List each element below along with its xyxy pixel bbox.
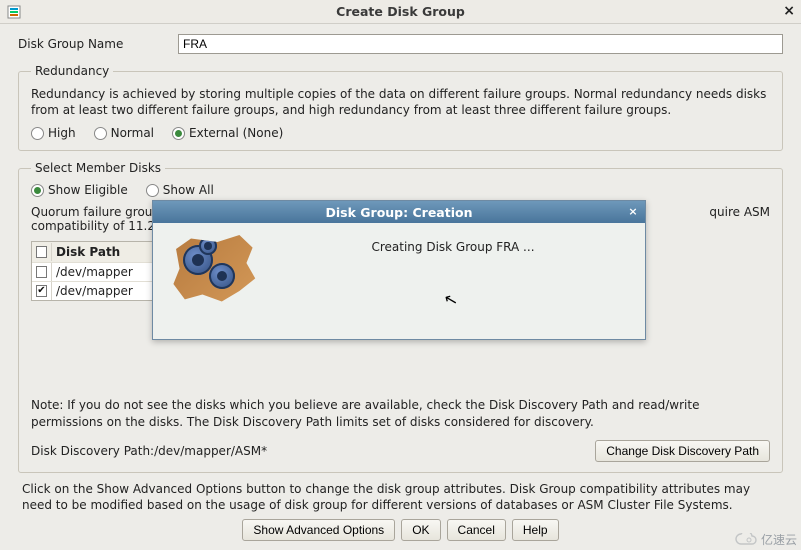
- help-button[interactable]: Help: [512, 519, 559, 541]
- ok-button[interactable]: OK: [401, 519, 440, 541]
- table-header: Disk Path: [32, 242, 160, 262]
- working-icon: [169, 235, 257, 305]
- close-icon[interactable]: ×: [783, 3, 795, 19]
- row-diskpath: /dev/mapper: [52, 263, 160, 281]
- member-filter: Show Eligible Show All: [31, 183, 770, 197]
- filter-all[interactable]: Show All: [146, 183, 214, 197]
- table-header-checkbox[interactable]: [32, 243, 52, 261]
- watermark: 亿速云: [735, 531, 797, 548]
- table-row[interactable]: /dev/mapper: [32, 281, 160, 300]
- radio-label: High: [48, 126, 76, 140]
- quorum-note-partial: Quorum failure group compatibility of 11…: [31, 205, 160, 233]
- disk-group-name-label: Disk Group Name: [18, 37, 178, 51]
- redundancy-options: High Normal External (None): [31, 126, 770, 140]
- row-checkbox[interactable]: [36, 285, 47, 297]
- require-asm-partial: quire ASM: [709, 205, 770, 233]
- cancel-button[interactable]: Cancel: [447, 519, 506, 541]
- member-disks-legend: Select Member Disks: [31, 161, 165, 175]
- radio-icon: [172, 127, 185, 140]
- radio-icon: [94, 127, 107, 140]
- table-header-diskpath[interactable]: Disk Path: [52, 243, 160, 261]
- disk-table: Disk Path /dev/mapper /dev/mapper: [31, 241, 161, 301]
- disk-group-name-row: Disk Group Name: [18, 34, 783, 54]
- radio-icon: [31, 127, 44, 140]
- row-diskpath: /dev/mapper: [52, 282, 160, 300]
- progress-dialog-title: Disk Group: Creation: [326, 205, 473, 220]
- progress-dialog-titlebar: Disk Group: Creation ×: [153, 201, 645, 223]
- filter-eligible[interactable]: Show Eligible: [31, 183, 128, 197]
- redundancy-high[interactable]: High: [31, 126, 76, 140]
- redundancy-normal[interactable]: Normal: [94, 126, 154, 140]
- show-advanced-button[interactable]: Show Advanced Options: [242, 519, 395, 541]
- progress-message: Creating Disk Group FRA ...: [277, 235, 629, 254]
- close-icon[interactable]: ×: [626, 204, 640, 218]
- dialog-button-row: Show Advanced Options OK Cancel Help: [18, 519, 783, 541]
- row-checkbox[interactable]: [36, 266, 47, 278]
- window-title: Create Disk Group: [0, 4, 801, 19]
- window-titlebar: Create Disk Group ×: [0, 0, 801, 24]
- redundancy-external[interactable]: External (None): [172, 126, 283, 140]
- progress-dialog: Disk Group: Creation × Creating Disk Gro…: [152, 200, 646, 340]
- radio-label: Normal: [111, 126, 154, 140]
- radio-icon: [31, 184, 44, 197]
- discovery-note: Note: If you do not see the disks which …: [31, 397, 770, 429]
- redundancy-legend: Redundancy: [31, 64, 113, 78]
- table-row[interactable]: /dev/mapper: [32, 262, 160, 281]
- advanced-note: Click on the Show Advanced Options butto…: [22, 481, 779, 513]
- redundancy-group: Redundancy Redundancy is achieved by sto…: [18, 64, 783, 151]
- change-discovery-path-button[interactable]: Change Disk Discovery Path: [595, 440, 770, 462]
- redundancy-description: Redundancy is achieved by storing multip…: [31, 86, 770, 118]
- radio-label: Show All: [163, 183, 214, 197]
- discovery-path: Disk Discovery Path:/dev/mapper/ASM*: [31, 444, 267, 458]
- radio-label: External (None): [189, 126, 283, 140]
- radio-icon: [146, 184, 159, 197]
- disk-group-name-input[interactable]: [178, 34, 783, 54]
- radio-label: Show Eligible: [48, 183, 128, 197]
